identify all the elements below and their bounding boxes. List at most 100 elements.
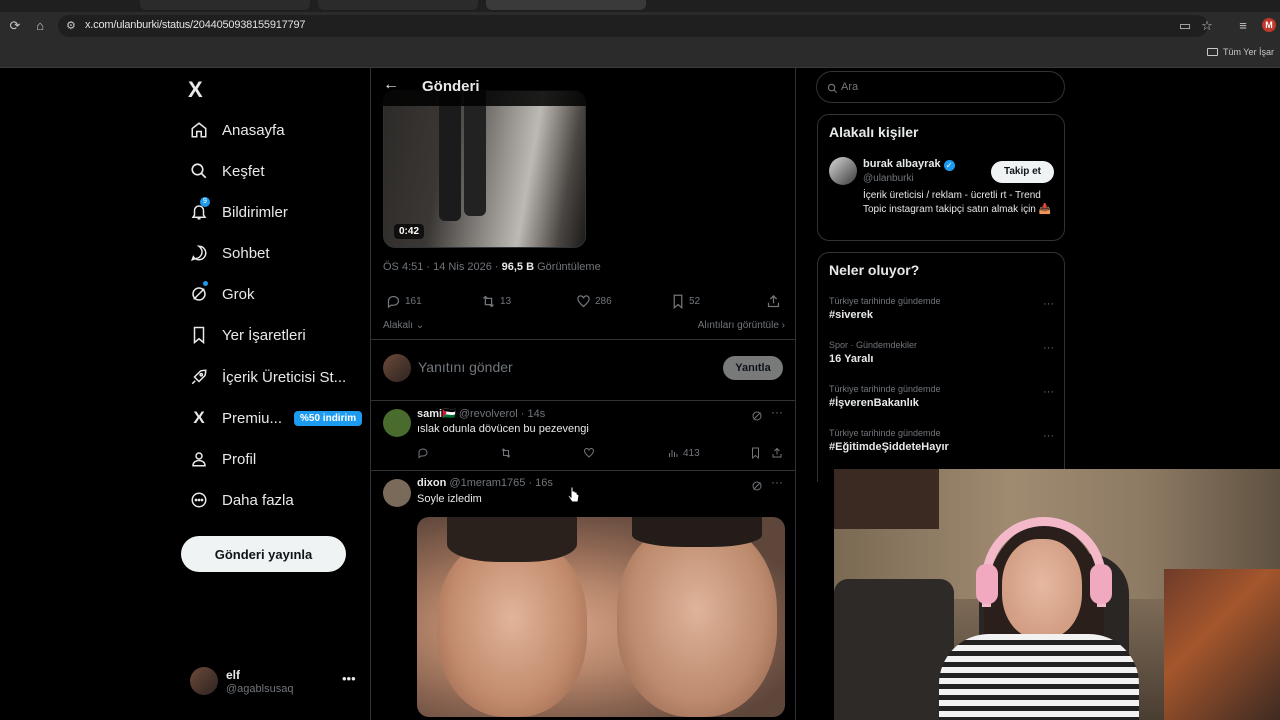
nav-item-more[interactable]: Daha fazla (188, 485, 294, 515)
video-figure (464, 91, 486, 216)
cast-icon[interactable]: ▭ (1177, 18, 1193, 34)
more-dots-icon[interactable]: ••• (342, 671, 356, 686)
post-actions: 161 13 286 52 (383, 294, 785, 312)
trend-item[interactable]: Spor · Gündemdekiler 16 Yaralı ··· (829, 340, 1054, 365)
grok-icon (188, 281, 210, 305)
reply-tweet[interactable]: sami🇵🇸 @revolverol · 14s ıslak odunla dö… (371, 401, 795, 471)
home-icon[interactable]: ⌂ (32, 18, 48, 34)
tweet-author[interactable]: dixon (417, 477, 446, 489)
share-icon[interactable] (771, 447, 787, 459)
nav-item-bookmarks[interactable]: Yer İşaretleri (188, 320, 306, 350)
video-duration: 0:42 (394, 224, 425, 239)
sort-dropdown[interactable]: Alakalı ⌄ (383, 320, 424, 331)
video-figure (439, 91, 461, 221)
more-dots-icon[interactable]: ··· (1043, 298, 1054, 310)
trends-card: Neler oluyor? Türkiye tarihinde gündemde… (817, 252, 1065, 482)
follow-button[interactable]: Takip et (991, 161, 1054, 183)
browser-tab-active[interactable] (486, 0, 646, 10)
star-icon[interactable]: ☆ (1199, 18, 1215, 34)
nav-item-explore[interactable]: Keşfet (188, 156, 265, 186)
chevron-down-icon: ⌄ (413, 320, 425, 331)
tweet-media-image[interactable] (417, 517, 785, 717)
headset-earcup (1090, 564, 1112, 604)
like-action[interactable]: 286 (576, 294, 612, 309)
search-input[interactable]: Ara (841, 81, 858, 93)
nav-label: Daha fazla (222, 491, 294, 509)
more-dots-icon[interactable]: ··· (1043, 386, 1054, 398)
premium-discount-badge[interactable]: %50 indirim (294, 410, 363, 426)
trend-item[interactable]: Türkiye tarihinde gündemde #siverek ··· (829, 296, 1054, 321)
address-bar[interactable]: ⚙ x.com/ulanburki/status/204405093815591… (58, 15, 1208, 37)
heart-icon[interactable] (583, 447, 599, 459)
media-hair (632, 517, 762, 547)
repost-icon[interactable] (500, 447, 516, 459)
views-action[interactable]: 413 (667, 447, 700, 459)
grok-icon[interactable] (751, 409, 763, 427)
nav-item-chat[interactable]: Sohbet (188, 238, 270, 268)
chat-icon (188, 242, 210, 264)
account-switcher[interactable]: elf @agablsusaq ••• (190, 665, 360, 699)
avatar (190, 667, 218, 695)
browser-tab[interactable] (318, 0, 478, 10)
avatar[interactable] (383, 409, 411, 437)
reply-icon (387, 295, 400, 309)
nav-item-home[interactable]: Anasayfa (188, 115, 285, 145)
share-action[interactable] (766, 294, 785, 309)
avatar[interactable] (829, 157, 857, 185)
view-quotes-link[interactable]: Alıntıları görüntüle › (698, 320, 785, 331)
trend-item[interactable]: Türkiye tarihinde gündemde #EğitimdeŞidd… (829, 428, 1054, 453)
nav-item-profile[interactable]: Profil (188, 444, 256, 474)
like-count: 286 (595, 296, 612, 307)
tweet-author[interactable]: sami🇵🇸 (417, 408, 456, 420)
reload-icon[interactable]: ⟳ (7, 18, 23, 34)
trend-item[interactable]: Türkiye tarihinde gündemde #İşverenBakan… (829, 384, 1054, 409)
x-logo-icon[interactable]: X (188, 77, 203, 103)
nav-item-creator-studio[interactable]: İçerik Üreticisi St... (188, 362, 346, 392)
nav-item-grok[interactable]: Grok (188, 279, 255, 309)
repost-action[interactable]: 13 (481, 294, 511, 309)
bookmark-folder[interactable]: Tüm Yer İşar (1206, 47, 1274, 57)
reply-submit-button[interactable]: Yanıtla (723, 356, 783, 380)
more-dots-icon[interactable]: ··· (771, 475, 783, 489)
chevron-right-icon: › (778, 320, 785, 331)
nav-label: İçerik Üreticisi St... (222, 368, 347, 386)
reply-input[interactable]: Yanıtını gönder (418, 359, 513, 375)
back-arrow-icon[interactable]: ← (383, 76, 399, 94)
media-face (437, 537, 587, 717)
nav-label: Anasayfa (222, 121, 285, 139)
reply-tweet[interactable]: dixon @1meram1765 · 16s Soyle izledim ··… (371, 471, 795, 720)
reply-sort-row: Alakalı ⌄ Alıntıları görüntüle › (383, 320, 785, 331)
nav-item-notifications[interactable]: 9 Bildirimler (188, 197, 288, 227)
page-title: Gönderi (422, 78, 480, 95)
tab-search-icon[interactable]: ≡ (1235, 18, 1251, 34)
grok-icon[interactable] (751, 479, 763, 497)
heart-icon (577, 295, 590, 308)
trend-context: Türkiye tarihinde gündemde (829, 296, 941, 306)
search-box[interactable]: Ara (816, 71, 1065, 103)
folder-icon (1206, 48, 1218, 56)
post-button[interactable]: Gönderi yayınla (181, 536, 346, 572)
site-settings-icon[interactable]: ⚙ (66, 19, 76, 32)
browser-tab[interactable] (140, 0, 310, 10)
person-name[interactable]: burak albayrak ✓ (863, 158, 955, 171)
bookmark-icon[interactable] (750, 447, 765, 459)
more-circle-icon (188, 489, 210, 511)
tweet-handle-time: @revolverol · 14s (458, 408, 546, 420)
person-bio: İçerik üreticisi / reklam - ücretli rt -… (863, 190, 1052, 215)
more-dots-icon[interactable]: ··· (771, 405, 783, 419)
bar-chart-icon (669, 450, 678, 457)
bookmark-action[interactable]: 52 (671, 294, 700, 309)
browser-tab-strip (0, 0, 1280, 12)
nav-item-premium[interactable]: X Premiu... %50 indirim (188, 403, 363, 433)
reply-icon[interactable] (417, 447, 433, 459)
tweet-header: dixon @1meram1765 · 16s (417, 477, 553, 489)
url-text: x.com/ulanburki/status/20440509381559177… (85, 19, 306, 31)
nav-label: Profil (222, 450, 257, 468)
more-dots-icon[interactable]: ··· (1043, 342, 1054, 354)
profile-avatar[interactable]: M (1262, 18, 1276, 32)
webcam-overlay (834, 469, 1280, 720)
reply-action[interactable]: 161 (386, 294, 422, 309)
more-dots-icon[interactable]: ··· (1043, 430, 1054, 442)
avatar[interactable] (383, 479, 411, 507)
post-video[interactable]: 0:42 (383, 90, 586, 248)
